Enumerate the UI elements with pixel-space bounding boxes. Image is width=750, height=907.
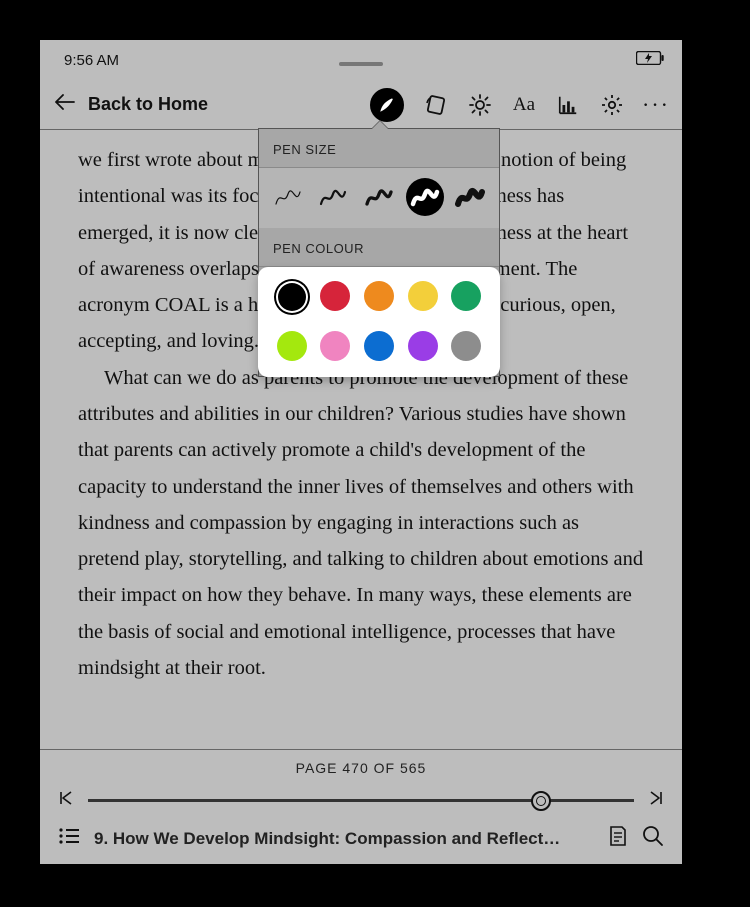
progress-slider[interactable] (88, 799, 634, 802)
pen-colour-swatch[interactable] (408, 331, 438, 361)
pen-tool-button[interactable] (370, 88, 404, 122)
pen-colour-swatch[interactable] (364, 331, 394, 361)
toc-icon[interactable] (58, 827, 80, 850)
pen-colour-swatch[interactable] (364, 281, 394, 311)
back-arrow-icon[interactable] (54, 94, 76, 115)
paragraph: What can we do as parents to promote the… (78, 360, 644, 687)
battery-charging-icon (636, 51, 664, 69)
pen-colour-swatch[interactable] (408, 281, 438, 311)
first-page-icon[interactable] (58, 790, 74, 811)
pen-colour-swatch[interactable] (276, 281, 308, 313)
search-icon[interactable] (642, 825, 664, 852)
last-page-icon[interactable] (648, 790, 664, 811)
settings-gear-icon[interactable] (600, 93, 624, 117)
brightness-icon[interactable] (468, 93, 492, 117)
clock: 9:56 AM (64, 52, 119, 69)
pen-size-option-1[interactable] (269, 178, 307, 216)
pen-colour-swatch[interactable] (451, 281, 481, 311)
pen-colour-swatch[interactable] (451, 331, 481, 361)
more-menu-icon[interactable]: ··· (644, 93, 668, 117)
pen-colour-swatch[interactable] (277, 331, 307, 361)
ereader-screen: 9:56 AM Back to Home Aa (40, 40, 682, 864)
pen-size-row (259, 168, 499, 228)
font-settings-icon[interactable]: Aa (512, 93, 536, 117)
bottom-bar: PAGE 470 OF 565 9. How We Develop Mindsi… (40, 749, 682, 864)
reading-stats-icon[interactable] (556, 93, 580, 117)
pen-colour-grid (258, 267, 500, 377)
pen-size-option-5[interactable] (451, 178, 489, 216)
pen-colour-swatch[interactable] (320, 281, 350, 311)
pen-size-option-4[interactable] (406, 178, 444, 216)
top-toolbar: Back to Home Aa ··· (40, 80, 682, 130)
drag-handle[interactable] (339, 62, 383, 66)
back-to-home-button[interactable]: Back to Home (88, 94, 208, 115)
pen-size-option-3[interactable] (360, 178, 398, 216)
status-bar: 9:56 AM (40, 40, 682, 80)
page-counter: PAGE 470 OF 565 (58, 760, 664, 776)
pen-settings-popover: PEN SIZE PEN COLOUR (258, 128, 500, 377)
pen-size-option-2[interactable] (314, 178, 352, 216)
pen-colour-swatch[interactable] (320, 331, 350, 361)
pen-colour-heading: PEN COLOUR (259, 228, 499, 267)
slider-thumb[interactable] (531, 791, 551, 811)
rotate-icon[interactable] (424, 93, 448, 117)
chapter-title[interactable]: 9. How We Develop Mindsight: Compassion … (94, 829, 594, 849)
notes-icon[interactable] (608, 825, 628, 852)
pen-size-heading: PEN SIZE (259, 129, 499, 168)
